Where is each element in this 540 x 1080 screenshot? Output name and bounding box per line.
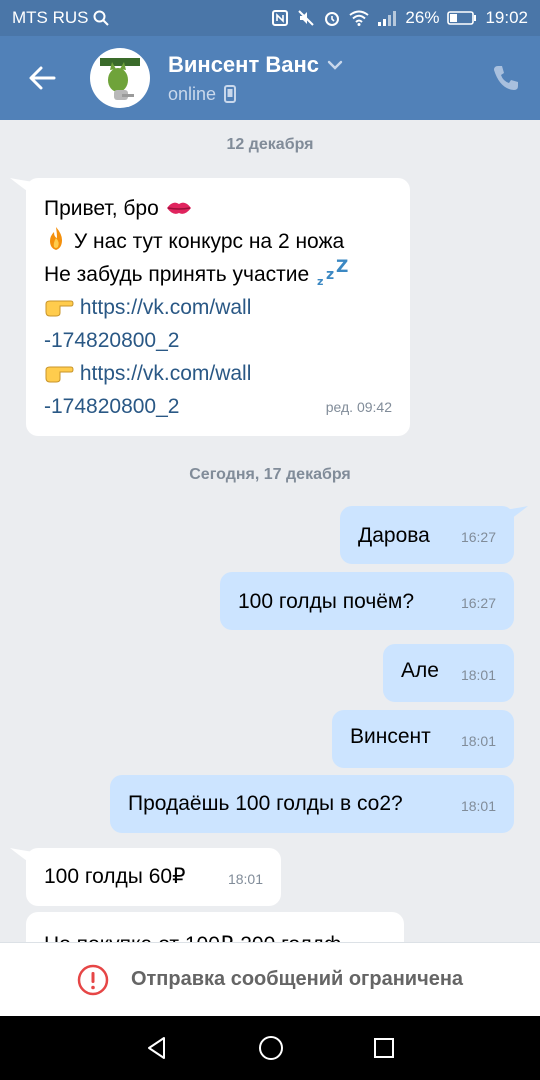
- kiss-lips-icon: [166, 202, 191, 214]
- warning-icon: [77, 964, 109, 995]
- message-time: ред. 09:42: [325, 399, 392, 415]
- message-text: Дарова: [358, 524, 430, 547]
- message-text: Но покупка от 100₽-200 голдф: [44, 928, 341, 942]
- svg-text:Z: Z: [336, 259, 348, 277]
- nav-back-icon[interactable]: [144, 1035, 170, 1061]
- message-link[interactable]: https://vk.com/wall: [80, 362, 252, 385]
- cat-avatar-icon: [100, 58, 140, 100]
- wifi-icon: [349, 10, 370, 26]
- message-text: Продаёшь 100 голды в со2?: [128, 792, 403, 815]
- mute-icon: [298, 10, 315, 26]
- message-time: 18:01: [227, 871, 263, 887]
- nfc-icon: [272, 10, 289, 26]
- message-time: 18:01: [460, 798, 496, 814]
- message-list[interactable]: 12 декабря Привет, бро У нас тут конкурс…: [0, 120, 540, 942]
- phone-icon: [494, 66, 518, 90]
- mobile-device-icon: [224, 85, 237, 103]
- status-bar: MTS RUS 26% 19:02: [0, 0, 540, 36]
- online-status: online: [168, 83, 217, 104]
- message-text: 100 голды почём?: [238, 590, 415, 613]
- call-button[interactable]: [490, 62, 522, 94]
- arrow-left-icon: [29, 66, 56, 90]
- message-link[interactable]: -174820800_2: [44, 390, 349, 423]
- message-line: Не забудь принять участие zzZ: [44, 257, 349, 288]
- chat-header: Винсент Ванс online: [0, 36, 540, 120]
- contact-name-row[interactable]: Винсент Ванс: [168, 52, 343, 78]
- message-time: 16:27: [460, 595, 496, 611]
- date-separator: 12 декабря: [226, 136, 314, 153]
- message-bubble-in[interactable]: Но покупка от 100₽-200 голдф: [26, 912, 404, 942]
- svg-text:z: z: [326, 267, 334, 283]
- svg-text:z: z: [317, 275, 323, 287]
- pointing-hand-icon: [45, 366, 74, 383]
- alarm-icon: [325, 12, 340, 26]
- search-icon: [93, 10, 109, 26]
- restriction-text: Отправка сообщений ограничена: [130, 968, 464, 990]
- battery-percent: 26%: [405, 8, 440, 27]
- contact-name: Винсент Ванс: [168, 51, 319, 77]
- zzz-sleep-icon: zzZ: [317, 257, 348, 288]
- message-bubble-out[interactable]: Але 18:01: [383, 644, 514, 702]
- back-button[interactable]: [0, 36, 84, 120]
- fire-icon: [50, 227, 62, 250]
- avatar[interactable]: [90, 48, 150, 108]
- system-nav-bar: [0, 1016, 540, 1080]
- message-time: 18:01: [460, 667, 496, 683]
- nav-home-icon[interactable]: [257, 1034, 285, 1062]
- message-bubble-out[interactable]: Дарова 16:27: [340, 506, 514, 564]
- message-text: 100 голды 60₽: [44, 865, 186, 888]
- message-bubble-in[interactable]: Привет, бро У нас тут конкурс на 2 ножа …: [26, 178, 410, 436]
- signal-icon: [378, 11, 397, 26]
- restriction-notice: Отправка сообщений ограничена: [0, 942, 540, 1016]
- message-line: https://vk.com/wall: [44, 357, 349, 390]
- date-separator: Сегодня, 17 декабря: [189, 466, 351, 483]
- message-link[interactable]: -174820800_2: [44, 324, 349, 357]
- clock: 19:02: [485, 8, 528, 27]
- chevron-down-icon: [327, 60, 343, 70]
- message-bubble-out[interactable]: Винсент 18:01: [332, 710, 514, 768]
- message-link[interactable]: https://vk.com/wall: [80, 296, 252, 319]
- battery-icon: [447, 11, 477, 25]
- message-bubble-out[interactable]: 100 голды почём? 16:27: [220, 572, 514, 630]
- message-line: Привет, бро: [44, 192, 349, 225]
- pointing-hand-icon: [45, 300, 74, 317]
- message-text: Але: [401, 659, 439, 682]
- carrier-label: MTS RUS: [12, 8, 89, 27]
- message-time: 18:01: [460, 733, 496, 749]
- message-bubble-in[interactable]: 100 голды 60₽ 18:01: [26, 848, 281, 906]
- message-text: Винсент: [350, 725, 431, 748]
- nav-recents-icon[interactable]: [372, 1036, 396, 1060]
- message-time: 16:27: [460, 529, 496, 545]
- message-line: https://vk.com/wall: [44, 291, 349, 324]
- message-line: У нас тут конкурс на 2 ножа: [44, 225, 349, 258]
- message-bubble-out[interactable]: Продаёшь 100 голды в со2? 18:01: [110, 775, 514, 833]
